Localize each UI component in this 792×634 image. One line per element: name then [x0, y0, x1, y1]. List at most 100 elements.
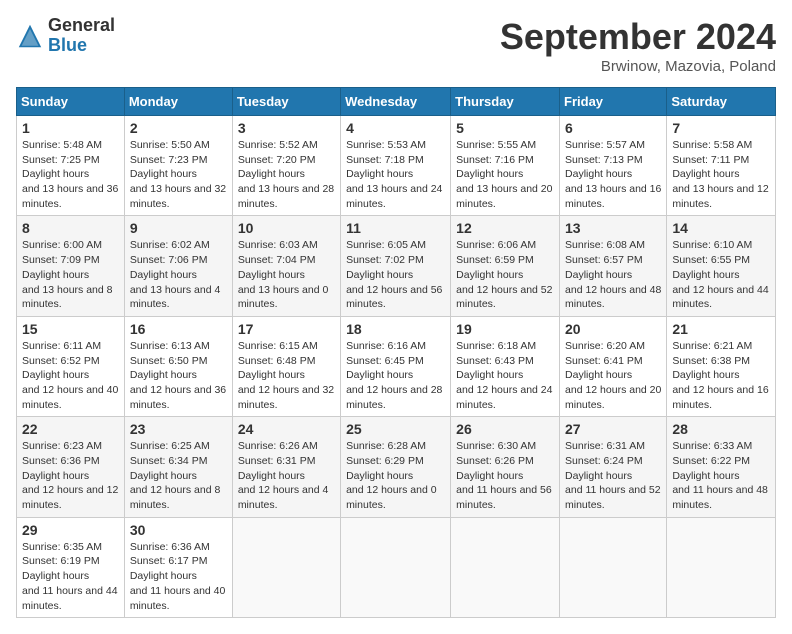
calendar-cell: 16 Sunrise: 6:13 AM Sunset: 6:50 PM Dayl… [124, 316, 232, 416]
calendar-cell: 4 Sunrise: 5:53 AM Sunset: 7:18 PM Dayli… [341, 116, 451, 216]
calendar-cell: 12 Sunrise: 6:06 AM Sunset: 6:59 PM Dayl… [451, 216, 560, 316]
calendar-cell: 18 Sunrise: 6:16 AM Sunset: 6:45 PM Dayl… [341, 316, 451, 416]
day-number: 14 [672, 220, 770, 236]
day-info: Sunrise: 5:53 AM Sunset: 7:18 PM Dayligh… [346, 138, 445, 211]
calendar-cell: 19 Sunrise: 6:18 AM Sunset: 6:43 PM Dayl… [451, 316, 560, 416]
day-number: 29 [22, 522, 119, 538]
calendar-cell: 3 Sunrise: 5:52 AM Sunset: 7:20 PM Dayli… [232, 116, 340, 216]
day-number: 22 [22, 421, 119, 437]
day-info: Sunrise: 6:21 AM Sunset: 6:38 PM Dayligh… [672, 339, 770, 412]
header-monday: Monday [124, 88, 232, 116]
header-saturday: Saturday [667, 88, 776, 116]
day-number: 16 [130, 321, 227, 337]
calendar-cell [667, 517, 776, 617]
day-info: Sunrise: 6:26 AM Sunset: 6:31 PM Dayligh… [238, 439, 335, 512]
day-number: 15 [22, 321, 119, 337]
calendar-cell: 25 Sunrise: 6:28 AM Sunset: 6:29 PM Dayl… [341, 417, 451, 517]
calendar-cell: 15 Sunrise: 6:11 AM Sunset: 6:52 PM Dayl… [17, 316, 125, 416]
day-number: 26 [456, 421, 554, 437]
day-info: Sunrise: 6:33 AM Sunset: 6:22 PM Dayligh… [672, 439, 770, 512]
day-number: 18 [346, 321, 445, 337]
logo-blue: Blue [48, 36, 115, 56]
day-number: 12 [456, 220, 554, 236]
day-info: Sunrise: 6:36 AM Sunset: 6:17 PM Dayligh… [130, 540, 227, 613]
day-number: 6 [565, 120, 661, 136]
calendar-row: 29 Sunrise: 6:35 AM Sunset: 6:19 PM Dayl… [17, 517, 776, 617]
calendar-cell: 20 Sunrise: 6:20 AM Sunset: 6:41 PM Dayl… [560, 316, 667, 416]
calendar-cell: 29 Sunrise: 6:35 AM Sunset: 6:19 PM Dayl… [17, 517, 125, 617]
day-number: 5 [456, 120, 554, 136]
header-sunday: Sunday [17, 88, 125, 116]
day-info: Sunrise: 5:48 AM Sunset: 7:25 PM Dayligh… [22, 138, 119, 211]
day-info: Sunrise: 6:31 AM Sunset: 6:24 PM Dayligh… [565, 439, 661, 512]
logo: General Blue [16, 16, 115, 56]
day-info: Sunrise: 6:28 AM Sunset: 6:29 PM Dayligh… [346, 439, 445, 512]
calendar-cell: 26 Sunrise: 6:30 AM Sunset: 6:26 PM Dayl… [451, 417, 560, 517]
day-number: 4 [346, 120, 445, 136]
day-number: 27 [565, 421, 661, 437]
header-wednesday: Wednesday [341, 88, 451, 116]
day-number: 3 [238, 120, 335, 136]
calendar-row: 22 Sunrise: 6:23 AM Sunset: 6:36 PM Dayl… [17, 417, 776, 517]
calendar-cell: 21 Sunrise: 6:21 AM Sunset: 6:38 PM Dayl… [667, 316, 776, 416]
day-info: Sunrise: 6:30 AM Sunset: 6:26 PM Dayligh… [456, 439, 554, 512]
day-number: 20 [565, 321, 661, 337]
day-info: Sunrise: 6:23 AM Sunset: 6:36 PM Dayligh… [22, 439, 119, 512]
calendar-cell: 6 Sunrise: 5:57 AM Sunset: 7:13 PM Dayli… [560, 116, 667, 216]
calendar-cell: 22 Sunrise: 6:23 AM Sunset: 6:36 PM Dayl… [17, 417, 125, 517]
day-number: 17 [238, 321, 335, 337]
day-info: Sunrise: 6:18 AM Sunset: 6:43 PM Dayligh… [456, 339, 554, 412]
day-number: 28 [672, 421, 770, 437]
calendar-cell: 9 Sunrise: 6:02 AM Sunset: 7:06 PM Dayli… [124, 216, 232, 316]
day-info: Sunrise: 5:58 AM Sunset: 7:11 PM Dayligh… [672, 138, 770, 211]
day-number: 9 [130, 220, 227, 236]
logo-icon [16, 22, 44, 50]
calendar-cell: 11 Sunrise: 6:05 AM Sunset: 7:02 PM Dayl… [341, 216, 451, 316]
calendar-row: 15 Sunrise: 6:11 AM Sunset: 6:52 PM Dayl… [17, 316, 776, 416]
day-info: Sunrise: 6:13 AM Sunset: 6:50 PM Dayligh… [130, 339, 227, 412]
day-number: 23 [130, 421, 227, 437]
day-info: Sunrise: 6:25 AM Sunset: 6:34 PM Dayligh… [130, 439, 227, 512]
day-number: 30 [130, 522, 227, 538]
day-number: 24 [238, 421, 335, 437]
day-info: Sunrise: 5:55 AM Sunset: 7:16 PM Dayligh… [456, 138, 554, 211]
calendar-cell: 17 Sunrise: 6:15 AM Sunset: 6:48 PM Dayl… [232, 316, 340, 416]
day-info: Sunrise: 6:08 AM Sunset: 6:57 PM Dayligh… [565, 238, 661, 311]
calendar-cell: 13 Sunrise: 6:08 AM Sunset: 6:57 PM Dayl… [560, 216, 667, 316]
page-header: General Blue September 2024 Brwinow, Maz… [16, 16, 776, 75]
day-number: 11 [346, 220, 445, 236]
calendar-cell: 14 Sunrise: 6:10 AM Sunset: 6:55 PM Dayl… [667, 216, 776, 316]
calendar-cell: 24 Sunrise: 6:26 AM Sunset: 6:31 PM Dayl… [232, 417, 340, 517]
calendar-cell [232, 517, 340, 617]
calendar-cell [560, 517, 667, 617]
day-number: 13 [565, 220, 661, 236]
day-info: Sunrise: 5:50 AM Sunset: 7:23 PM Dayligh… [130, 138, 227, 211]
day-number: 25 [346, 421, 445, 437]
day-info: Sunrise: 6:06 AM Sunset: 6:59 PM Dayligh… [456, 238, 554, 311]
day-number: 7 [672, 120, 770, 136]
day-number: 21 [672, 321, 770, 337]
header-thursday: Thursday [451, 88, 560, 116]
day-number: 8 [22, 220, 119, 236]
day-number: 19 [456, 321, 554, 337]
day-info: Sunrise: 6:35 AM Sunset: 6:19 PM Dayligh… [22, 540, 119, 613]
calendar-cell: 7 Sunrise: 5:58 AM Sunset: 7:11 PM Dayli… [667, 116, 776, 216]
day-info: Sunrise: 6:11 AM Sunset: 6:52 PM Dayligh… [22, 339, 119, 412]
calendar-cell: 28 Sunrise: 6:33 AM Sunset: 6:22 PM Dayl… [667, 417, 776, 517]
calendar-row: 1 Sunrise: 5:48 AM Sunset: 7:25 PM Dayli… [17, 116, 776, 216]
day-info: Sunrise: 6:00 AM Sunset: 7:09 PM Dayligh… [22, 238, 119, 311]
day-header-row: Sunday Monday Tuesday Wednesday Thursday… [17, 88, 776, 116]
day-info: Sunrise: 6:02 AM Sunset: 7:06 PM Dayligh… [130, 238, 227, 311]
calendar-row: 8 Sunrise: 6:00 AM Sunset: 7:09 PM Dayli… [17, 216, 776, 316]
calendar-cell: 23 Sunrise: 6:25 AM Sunset: 6:34 PM Dayl… [124, 417, 232, 517]
day-info: Sunrise: 6:10 AM Sunset: 6:55 PM Dayligh… [672, 238, 770, 311]
calendar-cell: 2 Sunrise: 5:50 AM Sunset: 7:23 PM Dayli… [124, 116, 232, 216]
day-info: Sunrise: 6:16 AM Sunset: 6:45 PM Dayligh… [346, 339, 445, 412]
day-info: Sunrise: 5:52 AM Sunset: 7:20 PM Dayligh… [238, 138, 335, 211]
calendar-cell: 10 Sunrise: 6:03 AM Sunset: 7:04 PM Dayl… [232, 216, 340, 316]
day-info: Sunrise: 6:05 AM Sunset: 7:02 PM Dayligh… [346, 238, 445, 311]
day-number: 1 [22, 120, 119, 136]
day-info: Sunrise: 6:03 AM Sunset: 7:04 PM Dayligh… [238, 238, 335, 311]
month-title: September 2024 [500, 16, 776, 58]
header-friday: Friday [560, 88, 667, 116]
